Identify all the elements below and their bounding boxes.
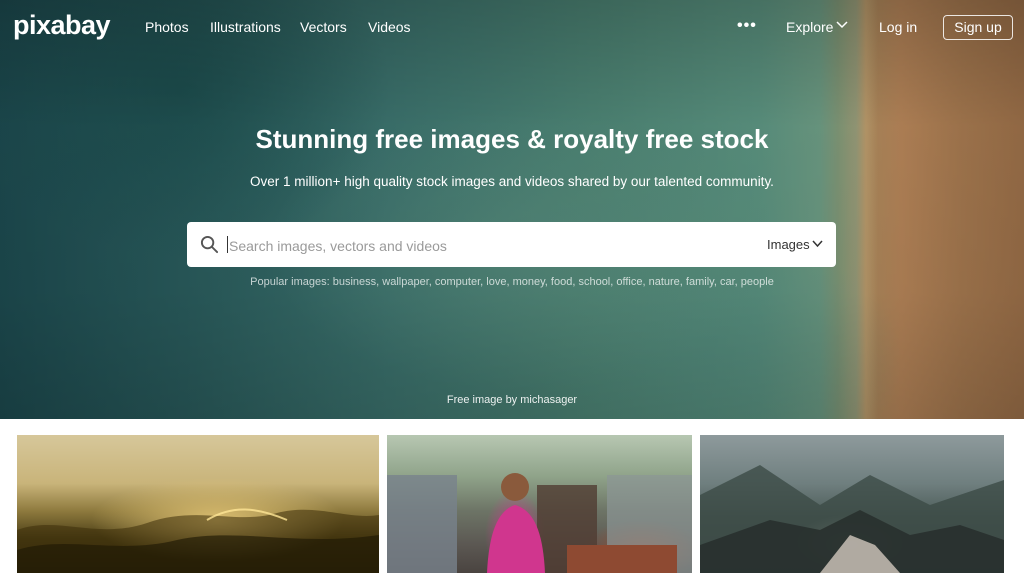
pixabay-logo[interactable]: pixabay [13,10,111,41]
popular-term-wallpaper[interactable]: wallpaper [382,276,428,288]
signup-button[interactable]: Sign up [943,15,1013,40]
search-input[interactable] [227,232,751,259]
gallery-image[interactable] [700,435,1004,573]
nav-link-vectors[interactable]: Vectors [300,19,347,35]
popular-terms: business, wallpaper, computer, love, mon… [332,276,774,288]
gallery-image[interactable] [17,435,379,573]
ellipsis-icon[interactable]: ••• [737,17,757,35]
popular-term-food[interactable]: food [551,276,572,288]
popular-term-family[interactable]: family [686,276,714,288]
nav-link-videos[interactable]: Videos [368,19,411,35]
search-icon[interactable] [200,235,219,254]
image-credit[interactable]: Free image by michasager [0,394,1024,406]
popular-term-nature[interactable]: nature [649,276,680,288]
chevron-down-icon[interactable] [812,240,823,248]
popular-term-car[interactable]: car [720,276,735,288]
text-cursor [227,236,228,253]
nav-link-illustrations[interactable]: Illustrations [210,19,281,35]
login-link[interactable]: Log in [879,19,917,35]
wave-illustration [17,508,379,573]
village-illustration [387,473,692,573]
popular-term-school[interactable]: school [578,276,610,288]
mountain-illustration [700,465,1004,573]
popular-term-money[interactable]: money [513,276,545,288]
top-navigation: pixabay Photos Illustrations Vectors Vid… [0,0,1024,54]
search-bar[interactable]: Images [187,222,836,267]
popular-term-computer[interactable]: computer [435,276,480,288]
popular-term-love[interactable]: love [486,276,506,288]
popular-term-people[interactable]: people [741,276,774,288]
popular-term-office[interactable]: office [616,276,642,288]
popular-term-business[interactable]: business [333,276,376,288]
explore-menu-button[interactable]: Explore [786,19,833,35]
hero-title: Stunning free images & royalty free stoc… [255,124,769,154]
gallery-image[interactable] [387,435,692,573]
search-type-dropdown[interactable]: Images [767,237,810,252]
popular-searches: Popular images: business, wallpaper, com… [0,276,1024,288]
popular-label: Popular images: [250,276,330,288]
hero-banner: pixabay Photos Illustrations Vectors Vid… [0,0,1024,419]
hero-overlay [0,0,1024,419]
chevron-down-icon[interactable] [836,21,848,29]
hero-subtitle: Over 1 million+ high quality stock image… [250,174,774,189]
nav-link-photos[interactable]: Photos [145,19,189,35]
